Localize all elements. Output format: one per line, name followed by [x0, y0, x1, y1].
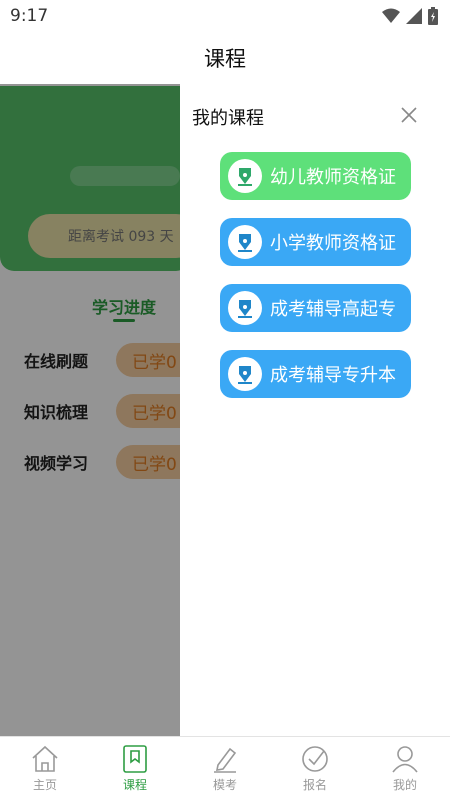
nav-label: 我的 [392, 778, 417, 792]
status-bar: 9:17 [0, 0, 450, 32]
wifi-icon [382, 8, 400, 23]
my-courses-drawer: 我的课程 幼儿教师资格证 小学教师资格证 成考辅导高起专 成考辅导专升本 [180, 84, 450, 736]
page-header: 课程 [0, 32, 450, 84]
nav-home[interactable]: 主页 [10, 745, 80, 793]
bottom-navigation: 主页 课程 模考 报名 我的 [0, 736, 450, 801]
course-label: 成考辅导专升本 [270, 365, 396, 386]
nav-label: 报名 [302, 778, 327, 792]
nav-label: 模考 [212, 778, 237, 792]
status-icons [382, 7, 438, 25]
close-icon[interactable] [398, 104, 420, 126]
signal-icon [406, 8, 422, 24]
nav-courses[interactable]: 课程 [100, 745, 170, 793]
nav-label: 课程 [122, 778, 147, 792]
course-button-kindergarten-teacher[interactable]: 幼儿教师资格证 [220, 152, 411, 200]
drawer-title: 我的课程 [192, 108, 264, 129]
nav-mock-exam[interactable]: 模考 [190, 745, 260, 793]
course-button-adult-exam-college-to-bachelor[interactable]: 成考辅导专升本 [220, 350, 411, 398]
course-button-primary-teacher[interactable]: 小学教师资格证 [220, 218, 411, 266]
pencil-icon [214, 747, 237, 773]
bookmark-icon [123, 745, 147, 773]
status-time: 9:17 [10, 6, 49, 26]
user-icon [392, 746, 418, 773]
nav-registration[interactable]: 报名 [280, 745, 350, 793]
pen-nib-icon [228, 357, 262, 391]
check-circle-icon [302, 746, 328, 772]
nav-profile[interactable]: 我的 [370, 745, 440, 793]
drawer-overlay[interactable] [0, 84, 180, 736]
battery-icon [428, 7, 438, 25]
pen-nib-icon [228, 291, 262, 325]
pen-nib-icon [228, 159, 262, 193]
page-title: 课程 [204, 47, 246, 71]
course-label: 小学教师资格证 [270, 233, 396, 254]
home-icon [32, 745, 58, 772]
course-button-adult-exam-high-to-college[interactable]: 成考辅导高起专 [220, 284, 411, 332]
nav-label: 主页 [32, 778, 57, 792]
course-label: 成考辅导高起专 [270, 299, 396, 320]
pen-nib-icon [228, 225, 262, 259]
course-label: 幼儿教师资格证 [270, 167, 396, 188]
